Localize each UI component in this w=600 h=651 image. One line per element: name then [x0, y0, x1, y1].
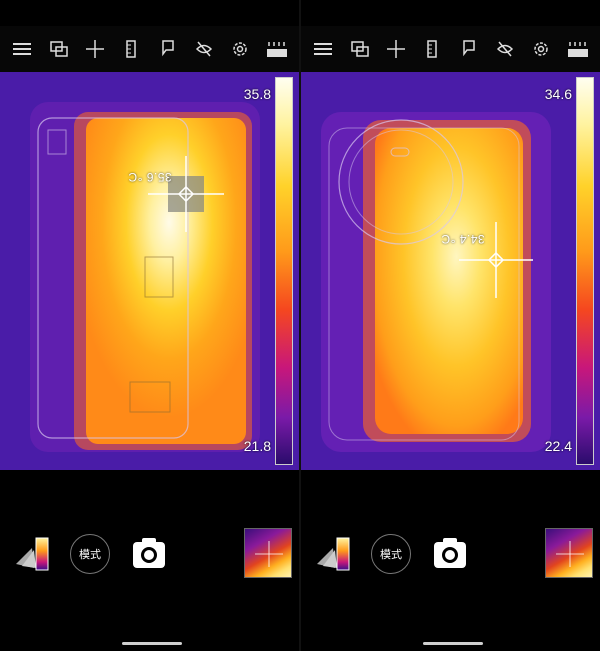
ruler-icon[interactable] — [118, 36, 144, 62]
mode-button[interactable]: 模式 — [371, 534, 411, 574]
capture-button[interactable] — [433, 538, 467, 570]
crosshair-icon[interactable] — [383, 36, 409, 62]
thermal-image[interactable]: 35.6 °C 35.8 21.8 — [0, 72, 299, 470]
menu-icon[interactable] — [310, 36, 336, 62]
home-indicator[interactable] — [122, 642, 182, 645]
menu-icon[interactable] — [9, 36, 35, 62]
layers-icon[interactable] — [347, 36, 373, 62]
scale-max-value: 35.8 — [243, 86, 271, 102]
bottom-controls: 模式 — [301, 470, 600, 651]
settings-icon[interactable] — [528, 36, 554, 62]
thermal-panel-left: 35.6 °C 35.8 21.8 模式 — [0, 0, 299, 651]
scale-min-value: 22.4 — [544, 438, 572, 454]
temperature-scale-bar — [576, 77, 594, 465]
layers-icon[interactable] — [46, 36, 72, 62]
mode-button[interactable]: 模式 — [70, 534, 110, 574]
palette-icon[interactable] — [315, 534, 355, 574]
bottom-controls: 模式 — [0, 470, 299, 651]
spot-reading: 34.4 °C — [441, 232, 485, 246]
capture-button[interactable] — [132, 538, 166, 570]
top-toolbar — [0, 26, 299, 72]
brightness-icon[interactable] — [565, 36, 591, 62]
spot-reading: 35.6 °C — [128, 170, 172, 184]
flag-icon[interactable] — [456, 36, 482, 62]
settings-icon[interactable] — [227, 36, 253, 62]
thermal-panel-right: 34.4 °C 34.6 22.4 模式 — [301, 0, 600, 651]
scale-min-value: 21.8 — [243, 438, 271, 454]
gallery-thumbnail[interactable] — [244, 528, 292, 578]
palette-icon[interactable] — [14, 534, 54, 574]
top-toolbar — [301, 26, 600, 72]
brightness-icon[interactable] — [264, 36, 290, 62]
home-indicator[interactable] — [423, 642, 483, 645]
scale-max-value: 34.6 — [544, 86, 572, 102]
temperature-scale-bar — [275, 77, 293, 465]
hide-icon[interactable] — [492, 36, 518, 62]
crosshair-icon[interactable] — [82, 36, 108, 62]
flag-icon[interactable] — [155, 36, 181, 62]
ruler-icon[interactable] — [419, 36, 445, 62]
thermal-image[interactable]: 34.4 °C 34.6 22.4 — [301, 72, 600, 470]
gallery-thumbnail[interactable] — [545, 528, 593, 578]
hide-icon[interactable] — [191, 36, 217, 62]
